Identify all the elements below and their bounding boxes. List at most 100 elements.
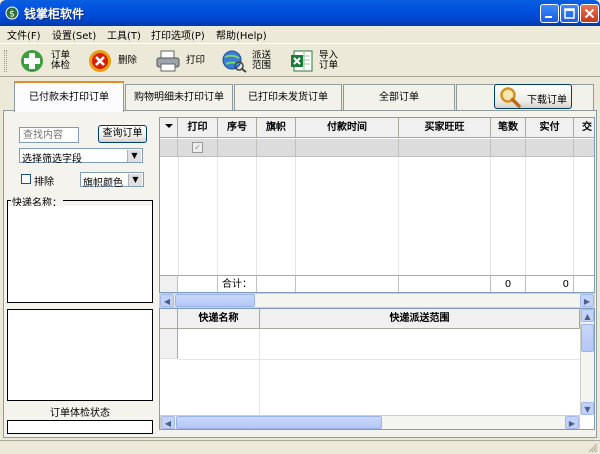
globe-search-icon bbox=[222, 50, 247, 73]
scroll-up-icon[interactable]: ▲ bbox=[581, 309, 594, 322]
row-selector[interactable] bbox=[160, 139, 178, 157]
flag-color-value: 旗帜颜色 bbox=[83, 178, 123, 189]
col-paid[interactable]: 实付 bbox=[526, 118, 574, 138]
flag-color-select[interactable]: 旗帜颜色 ▼ bbox=[80, 172, 144, 189]
menu-help[interactable]: 帮助(Help) bbox=[216, 27, 267, 42]
printer-icon bbox=[156, 50, 180, 72]
grid-divider bbox=[178, 359, 580, 360]
excel-icon bbox=[291, 50, 313, 72]
grid-divider bbox=[398, 157, 399, 275]
summary-count: 0 bbox=[491, 275, 526, 292]
courier-grid-hscrollbar[interactable]: ◀ ▶ bbox=[160, 415, 580, 429]
grid-cell[interactable] bbox=[296, 139, 399, 157]
search-input[interactable] bbox=[19, 127, 79, 143]
menu-file[interactable]: 文件(F) bbox=[7, 27, 41, 42]
delete-label: 删除 bbox=[118, 55, 138, 66]
col-count[interactable]: 笔数 bbox=[491, 118, 526, 138]
courier-range-grid[interactable]: 快递名称 快递派送范围 ▲ ▼ ◀ ▶ bbox=[159, 308, 595, 430]
col-flag[interactable]: 旗帜 bbox=[257, 118, 296, 138]
courier-list[interactable] bbox=[8, 206, 152, 302]
minimize-icon bbox=[545, 16, 552, 18]
scroll-right-icon[interactable]: ▶ bbox=[580, 294, 594, 307]
row-selector-header bbox=[160, 118, 178, 138]
exclude-label: 排除 bbox=[34, 177, 54, 188]
toolbar: 订单 体检 删除 打印 派送 范围 导入 订单 bbox=[0, 43, 600, 77]
svg-text:$: $ bbox=[9, 10, 15, 20]
filter-field-value: 选择筛选字段 bbox=[22, 154, 82, 165]
order-check-label: 订单 体检 bbox=[51, 50, 71, 71]
tab-printed-unshipped[interactable]: 已打印未发货订单 bbox=[234, 84, 342, 110]
print-label: 打印 bbox=[186, 55, 206, 66]
print-checkbox[interactable]: ✓ bbox=[192, 142, 203, 153]
summary-cell bbox=[296, 275, 399, 292]
tab-all-orders[interactable]: 全部订单 bbox=[343, 84, 455, 110]
scroll-thumb[interactable] bbox=[581, 324, 594, 352]
grid-cell[interactable] bbox=[526, 139, 574, 157]
title-bar: $ 钱掌柜软件 bbox=[0, 0, 600, 26]
courier-grid-vscrollbar[interactable]: ▲ ▼ bbox=[580, 309, 594, 415]
scroll-down-icon[interactable]: ▼ bbox=[581, 402, 594, 415]
col-print[interactable]: 打印 bbox=[178, 118, 218, 138]
grid-cell[interactable] bbox=[218, 139, 257, 157]
delete-button[interactable]: 删除 bbox=[88, 47, 142, 75]
grid-divider bbox=[525, 157, 526, 275]
row-selector-header bbox=[160, 309, 178, 329]
col-courier-range[interactable]: 快递派送范围 bbox=[260, 309, 580, 329]
menu-print-options[interactable]: 打印选项(P) bbox=[151, 27, 205, 42]
grid-divider bbox=[295, 157, 296, 275]
toolbar-grip bbox=[4, 50, 7, 72]
summary-cell bbox=[574, 275, 594, 292]
order-check-button[interactable]: 订单 体检 bbox=[20, 47, 76, 75]
filter-field-select[interactable]: 选择筛选字段 ▼ bbox=[19, 148, 143, 165]
orders-grid[interactable]: 打印 序号 旗帜 付款时间 买家旺旺 笔数 实付 交 ✓ 合计： 0 0 bbox=[159, 117, 595, 293]
delete-icon bbox=[89, 50, 111, 72]
tab-shopping-detail-unprinted[interactable]: 购物明细未打印订单 bbox=[125, 84, 233, 110]
menu-settings[interactable]: 设置(Set) bbox=[52, 27, 96, 42]
summary-cell bbox=[178, 275, 218, 292]
check-status-label: 订单体检状态 bbox=[50, 408, 110, 419]
scroll-thumb[interactable] bbox=[176, 416, 382, 429]
import-orders-button[interactable]: 导入 订单 bbox=[290, 47, 346, 75]
menu-tools[interactable]: 工具(T) bbox=[107, 27, 141, 42]
row-selector[interactable] bbox=[160, 329, 178, 359]
check-status-box bbox=[7, 420, 153, 434]
maximize-button[interactable] bbox=[560, 4, 579, 23]
grid-cell[interactable] bbox=[399, 139, 491, 157]
col-pay-time[interactable]: 付款时间 bbox=[296, 118, 399, 138]
orders-grid-hscrollbar[interactable]: ◀ ▶ bbox=[159, 293, 595, 308]
grid-divider bbox=[217, 157, 218, 275]
import-orders-label: 导入 订单 bbox=[319, 50, 339, 71]
exclude-checkbox[interactable] bbox=[21, 174, 31, 184]
minimize-button[interactable] bbox=[540, 4, 559, 23]
download-orders-button[interactable]: 下载订单 bbox=[494, 84, 572, 109]
status-bar bbox=[0, 440, 600, 454]
shipping-range-label: 派送 范围 bbox=[252, 50, 272, 71]
close-button[interactable] bbox=[580, 4, 599, 23]
print-cell[interactable]: ✓ bbox=[178, 139, 218, 157]
check-results-box bbox=[7, 309, 153, 401]
scroll-left-icon[interactable]: ◀ bbox=[161, 416, 175, 429]
grid-divider bbox=[490, 157, 491, 275]
grid-cell[interactable] bbox=[257, 139, 296, 157]
col-courier-name[interactable]: 快递名称 bbox=[178, 309, 260, 329]
grid-cell[interactable] bbox=[574, 139, 594, 157]
summary-cell bbox=[257, 275, 296, 292]
grid-divider bbox=[178, 157, 179, 275]
scroll-left-icon[interactable]: ◀ bbox=[160, 294, 174, 307]
grid-cell[interactable] bbox=[491, 139, 526, 157]
col-trade[interactable]: 交 bbox=[574, 118, 594, 138]
magnifier-icon bbox=[500, 87, 521, 108]
scroll-thumb[interactable] bbox=[175, 294, 255, 307]
scroll-right-icon[interactable]: ▶ bbox=[565, 416, 579, 429]
col-buyer-wangwang[interactable]: 买家旺旺 bbox=[399, 118, 491, 138]
summary-selector bbox=[160, 275, 178, 292]
summary-total-label: 合计： bbox=[218, 275, 257, 292]
app-icon: $ bbox=[5, 6, 19, 20]
download-orders-label: 下载订单 bbox=[527, 95, 567, 106]
resize-grip-icon[interactable] bbox=[587, 442, 598, 453]
col-serial[interactable]: 序号 bbox=[218, 118, 257, 138]
print-button[interactable]: 打印 bbox=[155, 47, 209, 75]
tab-paid-unprinted[interactable]: 已付款未打印订单 bbox=[14, 81, 124, 112]
search-orders-button[interactable]: 查询订单 bbox=[98, 125, 147, 143]
shipping-range-button[interactable]: 派送 范围 bbox=[221, 47, 277, 75]
